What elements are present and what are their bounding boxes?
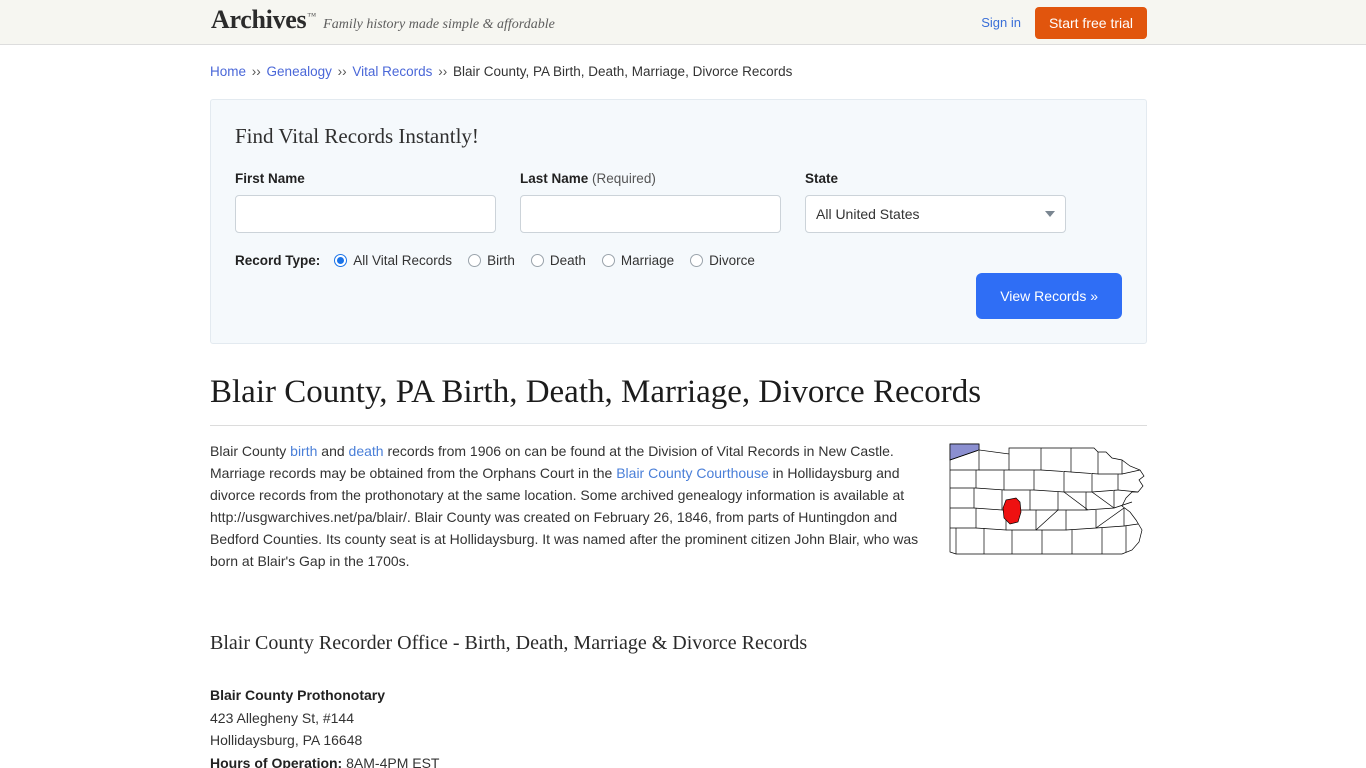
view-records-button[interactable]: View Records » — [976, 273, 1122, 319]
state-select[interactable]: All United States — [805, 195, 1066, 233]
logo-wordmark: Archives — [211, 5, 307, 34]
logo-tagline: Family history made simple & affordable — [323, 17, 555, 32]
radio-indicator-icon[interactable] — [690, 254, 704, 267]
breadcrumb-separator: ›› — [337, 64, 347, 79]
trademark-icon: ™ — [307, 11, 317, 21]
breadcrumb-item-current: Blair County, PA Birth, Death, Marriage,… — [452, 64, 793, 79]
breadcrumb-separator: ›› — [251, 64, 261, 79]
death-records-link[interactable]: death — [349, 443, 384, 459]
search-panel-title: Find Vital Records Instantly! — [235, 124, 479, 148]
first-name-input[interactable] — [235, 195, 496, 233]
blair-county-highlight — [1002, 497, 1022, 525]
birth-records-link[interactable]: birth — [290, 443, 317, 459]
article-section: Blair County birth and death records fro… — [210, 440, 1147, 572]
last-name-input[interactable] — [520, 195, 781, 233]
radio-indicator-icon[interactable] — [601, 254, 615, 267]
breadcrumb: Home ›› Genealogy ›› Vital Records ›› Bl… — [210, 63, 1147, 81]
office-hours-label: Hours of Operation: — [210, 754, 343, 768]
breadcrumb-separator: ›› — [438, 64, 448, 79]
radio-indicator-icon[interactable] — [530, 254, 544, 267]
last-name-field-group: Last Name (Required) — [520, 171, 781, 233]
radio-death[interactable]: Death — [530, 253, 586, 268]
office-name: Blair County Prothonotary — [210, 687, 386, 703]
title-divider — [210, 425, 1147, 426]
vital-records-search-panel: Find Vital Records Instantly! First Name… — [210, 99, 1147, 344]
radio-label-birth: Birth — [487, 253, 515, 268]
blair-county-courthouse-link[interactable]: Blair County Courthouse — [616, 465, 769, 481]
office-info-block: Blair County Prothonotary 423 Allegheny … — [210, 684, 1147, 768]
header-actions: Sign in Start free trial — [981, 0, 1147, 45]
radio-birth[interactable]: Birth — [468, 253, 515, 268]
breadcrumb-item-vital-records[interactable]: Vital Records — [352, 64, 432, 79]
recorder-office-section-title: Blair County Recorder Office - Birth, De… — [210, 632, 808, 654]
state-label-text: State — [805, 171, 839, 186]
radio-indicator-icon[interactable] — [468, 254, 482, 267]
pennsylvania-county-map — [946, 440, 1147, 558]
radio-marriage[interactable]: Marriage — [601, 253, 675, 268]
radio-label-marriage: Marriage — [620, 253, 675, 268]
sign-in-link[interactable]: Sign in — [981, 15, 1021, 30]
content-column: Home ›› Genealogy ›› Vital Records ›› Bl… — [210, 45, 1147, 768]
first-name-label: First Name — [235, 171, 496, 187]
pennsylvania-map-svg — [949, 443, 1145, 555]
first-name-label-text: First Name — [235, 171, 305, 186]
state-select-wrapper: All United States — [805, 195, 1066, 233]
state-field-group: State All United States — [805, 171, 1066, 233]
breadcrumb-item-home[interactable]: Home — [210, 64, 246, 79]
radio-indicator-icon[interactable] — [334, 254, 348, 267]
article-paragraph: Blair County birth and death records fro… — [210, 440, 928, 572]
radio-label-divorce: Divorce — [709, 253, 755, 268]
state-label: State — [805, 171, 1066, 187]
page-title: Blair County, PA Birth, Death, Marriage,… — [210, 374, 982, 410]
last-name-label: Last Name (Required) — [520, 171, 781, 187]
record-type-row: Record Type: All Vital Records Birth Dea… — [235, 253, 1122, 268]
start-free-trial-button[interactable]: Start free trial — [1034, 6, 1147, 39]
first-name-field-group: First Name — [235, 171, 496, 233]
last-name-required-note: (Required) — [592, 171, 656, 186]
article-text-part-2: and — [317, 443, 349, 459]
office-address-line-2: Hollidaysburg, PA 16648 — [210, 732, 363, 748]
radio-divorce[interactable]: Divorce — [690, 253, 755, 268]
breadcrumb-item-genealogy[interactable]: Genealogy — [267, 64, 332, 79]
site-header: Archives ™ Family history made simple & … — [0, 0, 1366, 45]
view-records-row: View Records » — [976, 273, 1122, 319]
office-address-line-1: 423 Allegheny St, #144 — [210, 709, 355, 726]
office-hours-row: Hours of Operation: 8AM-4PM EST — [210, 752, 1147, 768]
office-hours-value: 8AM-4PM EST — [346, 754, 440, 768]
search-field-row: First Name Last Name (Required) State Al… — [235, 171, 1122, 233]
radio-label-all-vital-records: All Vital Records — [353, 253, 453, 268]
archives-logo[interactable]: Archives ™ Family history made simple & … — [211, 7, 555, 33]
record-type-label: Record Type: — [235, 253, 321, 268]
header-inner: Archives ™ Family history made simple & … — [0, 0, 1366, 45]
last-name-label-text: Last Name — [520, 171, 589, 186]
radio-label-death: Death — [549, 253, 586, 268]
radio-all-vital-records[interactable]: All Vital Records — [334, 253, 452, 268]
article-text-part-1: Blair County — [210, 443, 291, 459]
